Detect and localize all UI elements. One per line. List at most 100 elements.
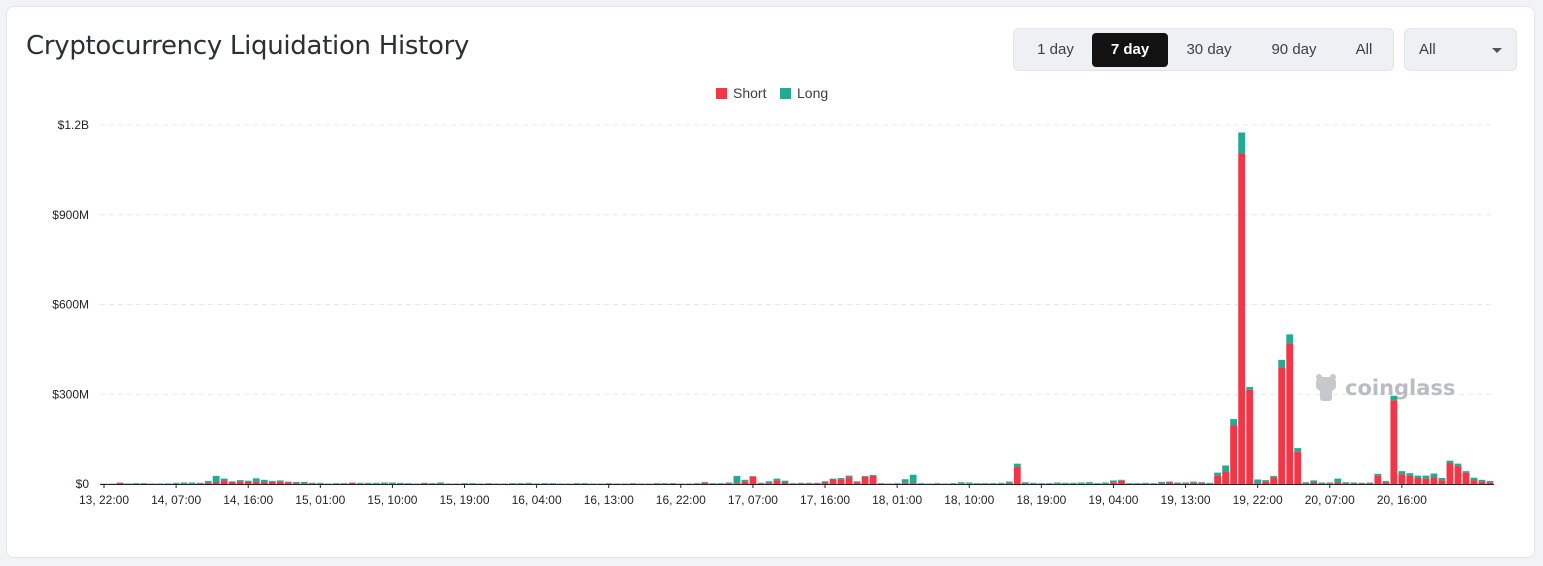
bar-long[interactable] [300, 481, 308, 484]
bar-long[interactable] [1302, 482, 1310, 484]
bar-short[interactable] [1334, 482, 1342, 485]
bar-short[interactable] [437, 483, 444, 484]
bar-long[interactable] [933, 483, 941, 484]
bar-long[interactable] [869, 475, 877, 476]
bar-long[interactable] [1278, 359, 1286, 368]
bar-short[interactable] [268, 481, 276, 484]
bar-short[interactable] [1286, 343, 1294, 484]
bar-long[interactable] [1366, 482, 1374, 484]
bar-long[interactable] [381, 482, 388, 484]
bar-short[interactable] [348, 482, 356, 484]
bar-long[interactable] [813, 482, 821, 484]
bar-long[interactable] [917, 483, 925, 484]
bar-short[interactable] [1310, 482, 1318, 485]
bar-long[interactable] [228, 481, 236, 482]
bar-short[interactable] [1358, 483, 1366, 484]
bar-long[interactable] [973, 483, 981, 484]
bar-long[interactable] [164, 483, 172, 484]
bar-short[interactable] [1174, 483, 1181, 484]
bar-short[interactable] [837, 479, 845, 484]
bar-long[interactable] [1390, 395, 1398, 401]
bar-short[interactable] [244, 481, 252, 484]
bar-long[interactable] [1454, 463, 1462, 467]
bar-short[interactable] [1262, 481, 1270, 484]
bar-long[interactable] [252, 478, 260, 482]
bar-short[interactable] [1254, 483, 1262, 484]
bar-short[interactable] [861, 476, 869, 484]
bar-short[interactable] [116, 482, 124, 484]
bar-short[interactable] [741, 481, 749, 484]
bar-long[interactable] [1029, 482, 1037, 484]
bar-long[interactable] [605, 483, 613, 484]
bar-long[interactable] [1286, 334, 1294, 344]
bar-long[interactable] [989, 483, 997, 484]
bar-short[interactable] [901, 482, 909, 484]
bar-long[interactable] [220, 478, 228, 481]
bar-short[interactable] [1486, 482, 1494, 484]
bar-long[interactable] [949, 483, 957, 484]
bar-short[interactable] [1182, 483, 1189, 484]
bar-long[interactable] [236, 480, 244, 482]
bar-long[interactable] [212, 475, 220, 483]
bar-long[interactable] [469, 483, 476, 484]
bar-long[interactable] [981, 483, 989, 484]
bar-short[interactable] [1318, 483, 1326, 484]
bar-long[interactable] [172, 482, 180, 484]
bar-long[interactable] [1294, 448, 1302, 452]
bar-long[interactable] [1310, 480, 1318, 483]
bar-long[interactable] [525, 482, 533, 484]
bar-long[interactable] [1478, 479, 1486, 482]
bar-long[interactable] [276, 480, 284, 482]
bar-long[interactable] [1462, 471, 1470, 473]
bar-long[interactable] [1446, 460, 1454, 464]
bar-short[interactable] [1454, 466, 1462, 484]
bar-long[interactable] [1206, 482, 1213, 484]
bar-short[interactable] [805, 483, 813, 484]
bar-long[interactable] [389, 482, 396, 484]
bar-short[interactable] [1302, 483, 1310, 484]
bar-short[interactable] [1382, 482, 1390, 484]
bar-short[interactable] [1246, 389, 1254, 484]
bar-short[interactable] [701, 482, 709, 484]
bar-long[interactable] [1334, 478, 1342, 483]
bar-short[interactable] [1430, 477, 1438, 484]
bar-long[interactable] [1326, 482, 1334, 484]
bar-short[interactable] [1406, 475, 1414, 484]
bar-long[interactable] [1350, 482, 1358, 484]
bar-long[interactable] [717, 483, 725, 484]
bar-long[interactable] [340, 483, 348, 484]
bar-short[interactable] [749, 476, 757, 484]
bar-long[interactable] [461, 483, 468, 484]
bar-long[interactable] [845, 475, 853, 478]
bar-long[interactable] [180, 482, 188, 484]
bar-short[interactable] [853, 482, 861, 484]
bar-long[interactable] [1470, 477, 1478, 481]
bar-long[interactable] [1005, 481, 1013, 484]
bar-long[interactable] [1214, 472, 1222, 476]
bar-short[interactable] [1230, 425, 1238, 484]
bar-long[interactable] [1021, 482, 1029, 484]
bar-short[interactable] [813, 483, 821, 484]
bar-short[interactable] [1214, 475, 1222, 484]
bar-short[interactable] [1478, 481, 1486, 484]
bar-long[interactable] [701, 481, 709, 483]
bar-long[interactable] [1198, 482, 1205, 484]
bar-short[interactable] [220, 480, 228, 484]
bar-short[interactable] [1366, 483, 1374, 484]
bar-long[interactable] [1166, 481, 1173, 483]
bar-short[interactable] [829, 479, 837, 484]
bar-long[interactable] [284, 481, 292, 483]
bar-short[interactable] [757, 483, 765, 484]
bar-long[interactable] [861, 475, 869, 477]
bar-short[interactable] [1422, 478, 1430, 484]
bar-short[interactable] [1398, 474, 1406, 484]
bar-long[interactable] [1262, 480, 1270, 482]
bar-long[interactable] [1182, 482, 1189, 484]
bar-long[interactable] [709, 483, 717, 484]
bar-long[interactable] [1150, 483, 1157, 484]
bar-long[interactable] [773, 478, 781, 481]
bar-long[interactable] [1430, 473, 1438, 478]
bar-short[interactable] [845, 477, 853, 484]
bar-short[interactable] [765, 483, 773, 484]
bar-short[interactable] [252, 481, 260, 484]
